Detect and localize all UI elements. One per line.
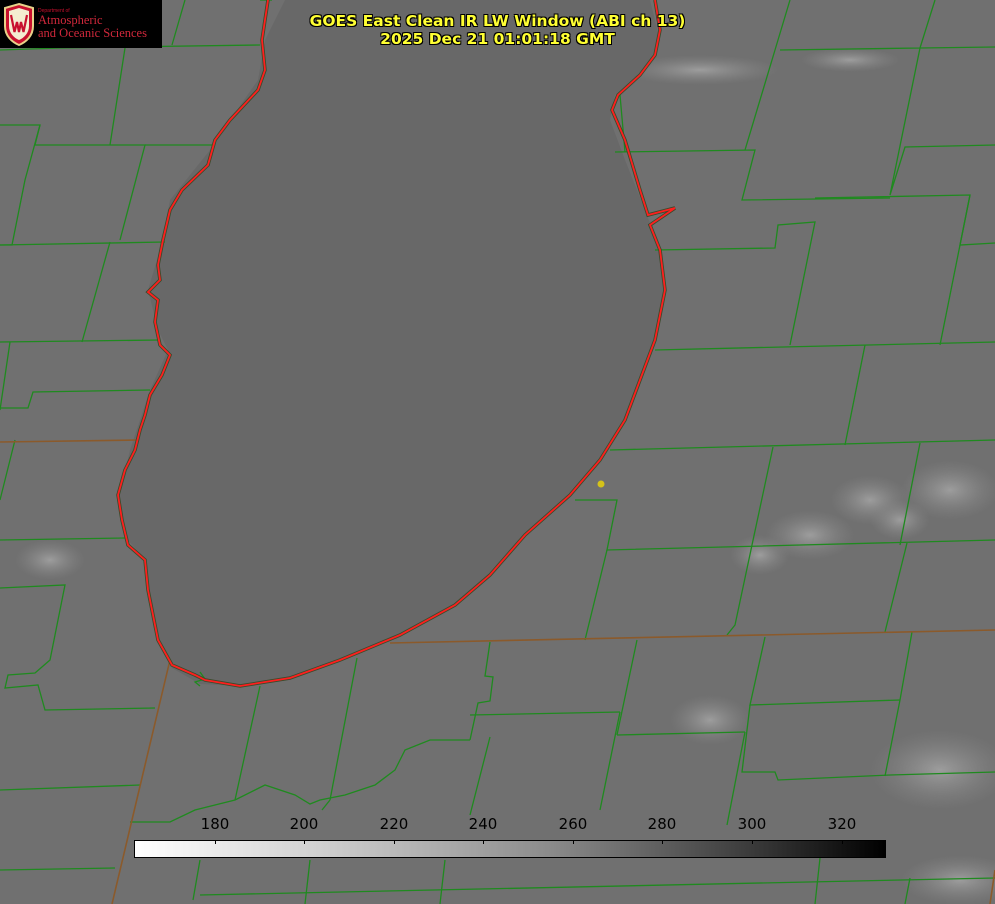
colorbar-tick-mark <box>215 840 216 844</box>
colorbar-tick-mark <box>842 840 843 844</box>
colorbar-tick-mark <box>394 840 395 844</box>
map-timestamp: 2025 Dec 21 01:01:18 GMT <box>380 30 615 48</box>
colorbar-tick-mark <box>483 840 484 844</box>
colorbar-tick-label: 200 <box>289 815 319 833</box>
map-title: GOES East Clean IR LW Window (ABI ch 13) <box>309 12 686 30</box>
location-marker <box>597 480 605 488</box>
satellite-map <box>0 0 995 904</box>
colorbar-tick-label: 240 <box>468 815 498 833</box>
colorbar-tick-label: 260 <box>558 815 588 833</box>
colorbar-tick-mark <box>304 840 305 844</box>
colorbar-tick-mark <box>662 840 663 844</box>
colorbar-tick-label: 220 <box>379 815 409 833</box>
temperature-colorbar <box>134 840 886 858</box>
colorbar-tick-mark <box>752 840 753 844</box>
colorbar-tick-label: 280 <box>647 815 677 833</box>
colorbar-tick-label: 180 <box>200 815 230 833</box>
colorbar-tick-label: 300 <box>737 815 767 833</box>
colorbar-tick-mark <box>573 840 574 844</box>
colorbar-tick-label: 320 <box>827 815 857 833</box>
